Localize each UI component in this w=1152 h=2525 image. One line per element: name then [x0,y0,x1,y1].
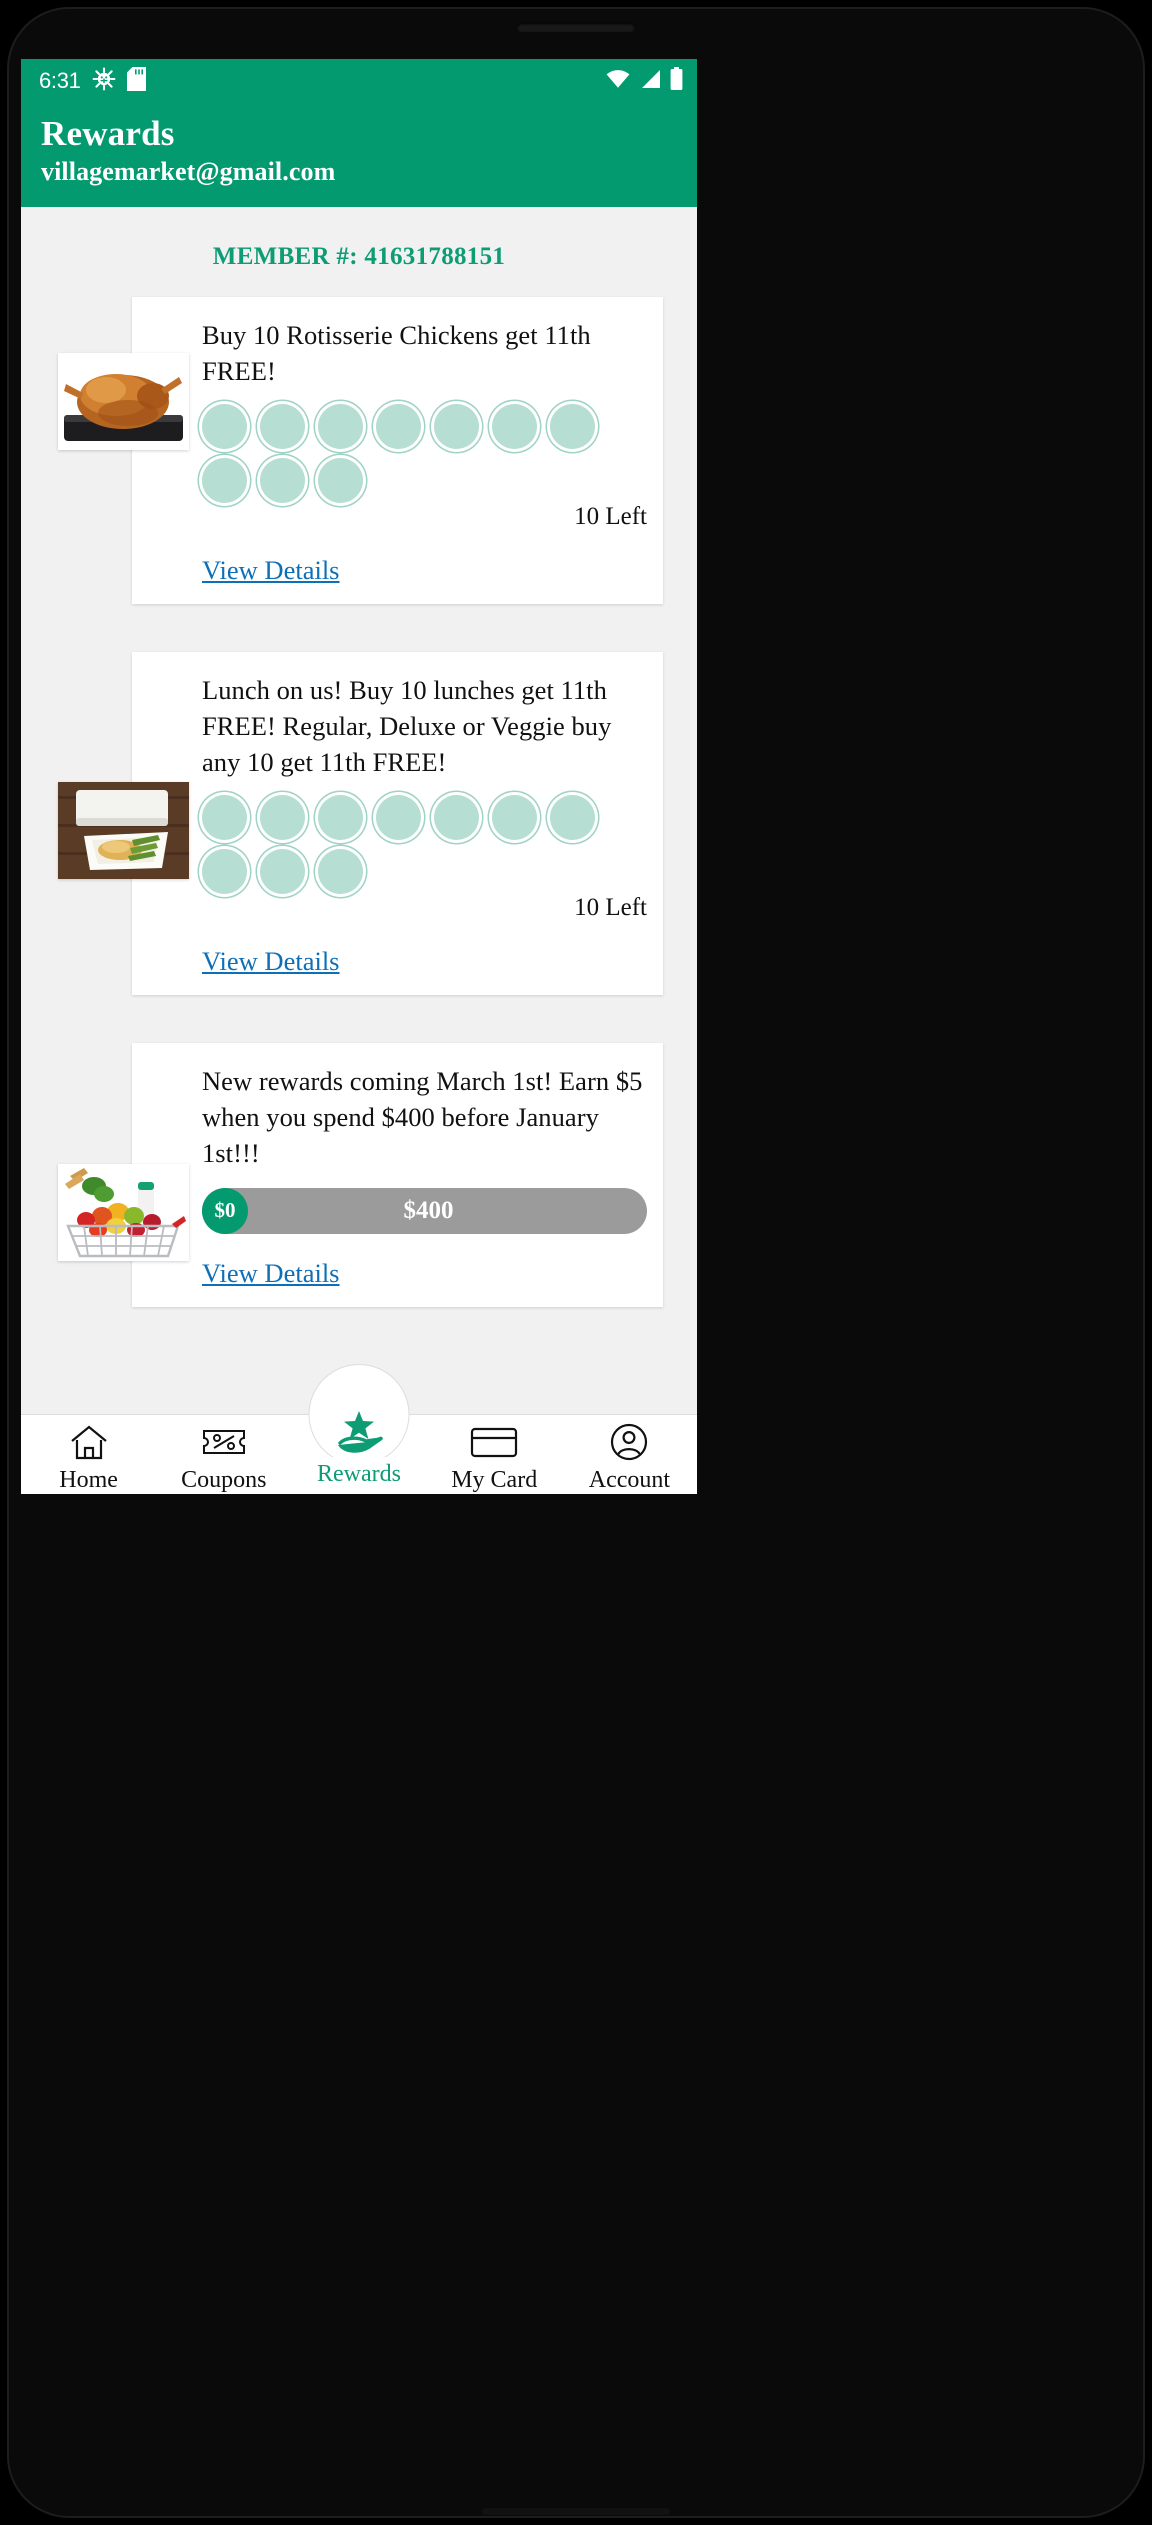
punch-circle [492,794,537,840]
status-bar-left: 6:31 [39,66,146,96]
punch-circle [202,403,247,449]
punch-circle [318,457,363,503]
punch-circle [492,403,537,449]
punches-remaining: 10 Left [574,893,647,921]
status-bar-right [606,67,683,95]
punch-circles [202,403,602,503]
punch-circle [260,794,305,840]
coupon-percent-icon [201,1422,247,1462]
nav-item-account[interactable]: Account [562,1422,697,1494]
reward-card-wrapper: Lunch on us! Buy 10 lunches get 11th FRE… [21,651,697,995]
battery-icon [670,67,683,95]
nav-label-home: Home [59,1467,118,1494]
progress-track: $400 [202,1187,647,1234]
punch-circle [318,403,363,449]
punch-circle [260,403,305,449]
wifi-icon [606,69,630,94]
phone-device: 6:31 Rewards villagemarket@gmail.com MEM… [0,0,1152,2525]
punch-circle [202,794,247,840]
earpiece-speaker [517,23,635,32]
nav-label-my-card: My Card [451,1467,538,1494]
nav-item-rewards[interactable]: Rewards [291,1411,426,1488]
reward-card[interactable]: Buy 10 Rotisserie Chickens get 11th FREE… [132,297,663,604]
credit-card-icon [470,1422,518,1462]
progress-current-badge: $0 [202,1187,248,1234]
reward-card-wrapper: Buy 10 Rotisserie Chickens get 11th FREE… [21,297,697,604]
rotisserie-chicken-thumb [58,353,189,451]
punch-circle [260,457,305,503]
view-details-link[interactable]: View Details [202,946,340,977]
punch-circle [434,403,479,449]
rewards-content: MEMBER #: 41631788151 Buy 10 Rotisserie … [21,207,697,1494]
hand-star-icon [332,1410,386,1456]
nav-label-account: Account [588,1467,671,1494]
progress-current-label: $0 [214,1198,236,1223]
cell-signal-icon [639,69,661,94]
spend-progress-bar: $400 $0 [202,1187,647,1234]
reward-card[interactable]: Lunch on us! Buy 10 lunches get 11th FRE… [132,651,663,995]
punch-row: 10 Left [202,403,663,531]
punch-circle [202,848,247,894]
reward-card-wrapper: New rewards coming March 1st! Earn $5 wh… [21,1042,697,1307]
gesture-home-bar[interactable] [482,2508,670,2515]
punch-circle [376,403,421,449]
status-bar: 6:31 [21,59,697,103]
nav-item-coupons[interactable]: Coupons [156,1422,291,1494]
nav-label-rewards: Rewards [317,1461,401,1488]
punch-circles [202,794,602,894]
punches-remaining: 10 Left [574,502,647,530]
person-circle-icon [609,1422,649,1462]
punch-circle [434,794,479,840]
grocery-basket-thumb [58,1163,189,1261]
bottom-nav-items: Home Coupons Rewards My Card Account [21,1411,697,1494]
reward-title: New rewards coming March 1st! Earn $5 wh… [202,1065,643,1169]
reward-card[interactable]: New rewards coming March 1st! Earn $5 wh… [132,1042,663,1307]
punch-row: 10 Left [202,794,663,922]
sd-card-icon [126,66,146,96]
phone-screen: 6:31 Rewards villagemarket@gmail.com MEM… [21,59,697,1494]
android-bug-icon [92,67,116,96]
lunch-box-thumb [58,781,189,879]
punch-circle [550,403,595,449]
nav-item-home[interactable]: Home [21,1422,156,1494]
home-icon [69,1422,109,1462]
status-bar-clock: 6:31 [39,68,81,93]
punch-circle [202,457,247,503]
punch-circle [550,794,595,840]
view-details-link[interactable]: View Details [202,1258,340,1289]
account-email: villagemarket@gmail.com [41,157,336,187]
app-header: Rewards villagemarket@gmail.com [21,103,697,208]
reward-title: Buy 10 Rotisserie Chickens get 11th FREE… [202,320,591,387]
nav-label-coupons: Coupons [181,1467,267,1494]
punch-circle [376,794,421,840]
progress-goal-label: $400 [403,1196,454,1224]
nav-item-my-card[interactable]: My Card [427,1422,562,1494]
page-title: Rewards [41,114,175,153]
member-number: MEMBER #: 41631788151 [212,243,506,271]
punch-circle [260,848,305,894]
punch-circle [318,848,363,894]
bottom-navigation: Home Coupons Rewards My Card Account [21,1364,697,1494]
reward-title: Lunch on us! Buy 10 lunches get 11th FRE… [202,674,612,778]
view-details-link[interactable]: View Details [202,555,340,586]
punch-circle [318,794,363,840]
